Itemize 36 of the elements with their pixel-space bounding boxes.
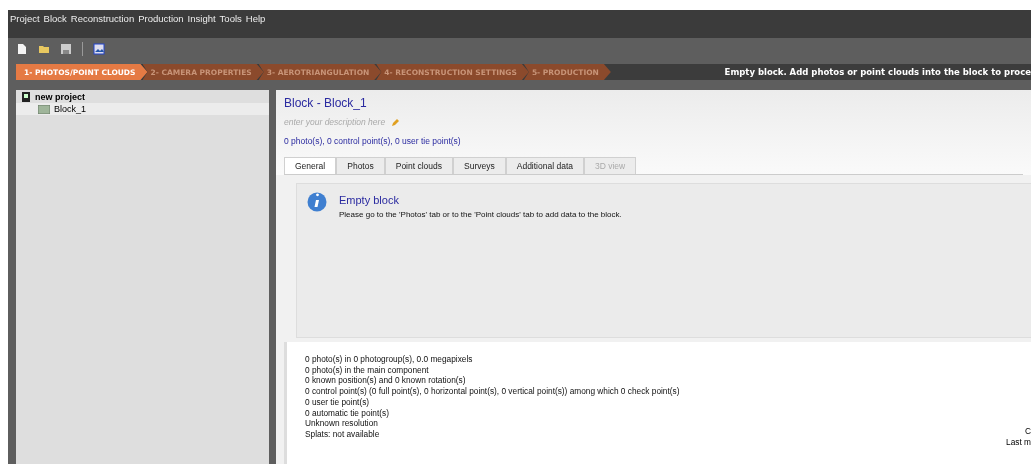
block-icon	[38, 104, 50, 114]
tab[interactable]: Point clouds	[384, 157, 454, 174]
tab[interactable]: Surveys	[453, 157, 506, 174]
image-icon[interactable]	[93, 43, 105, 55]
block-summary: 0 photo(s), 0 control point(s), 0 user tie point(s)	[284, 136, 462, 146]
block-title: Block - Block_1	[284, 96, 368, 110]
menu-item[interactable]: Tools	[219, 13, 242, 24]
tree-item[interactable]: new project	[16, 91, 269, 103]
info-icon	[307, 192, 327, 212]
info-title: Empty block	[339, 194, 400, 206]
stat-line: 0 known position(s) and 0 known rotation(s)	[305, 375, 467, 387]
stat-line: 0 control point(s) (0 full point(s), 0 horizontal point(s), 0 vertical point(s)) among which 0 check point(s)	[305, 386, 681, 397]
menu-item[interactable]: Block	[43, 13, 67, 24]
project-icon	[22, 92, 31, 102]
menu-item[interactable]: Project	[10, 13, 40, 24]
stat-line: Splats: not available	[305, 428, 381, 440]
stat-line: 0 user tie point(s)	[305, 396, 371, 408]
open-folder-icon[interactable]	[38, 43, 50, 55]
tab[interactable]: Photos	[336, 157, 385, 174]
stat-line: Unknown resolution	[305, 418, 379, 429]
info-message: Please go to the 'Photos' tab or to the 'Point clouds' tab to add data to the block.	[339, 210, 622, 219]
stat-line: 0 automatic tie point(s)	[305, 407, 390, 419]
tree-item[interactable]: Block_1	[16, 103, 269, 115]
save-icon[interactable]	[60, 43, 72, 55]
stat-line: 0 photo(s) in 0 photogroup(s), 0.0 megapixels	[305, 354, 474, 365]
tab[interactable]: General	[284, 157, 337, 174]
menu-item[interactable]: Insight	[187, 13, 216, 24]
tab[interactable]: Additional data	[505, 157, 584, 174]
status-message: Empty block. Add photos or point clouds into the block to proce	[723, 67, 1031, 77]
menu-item[interactable]: Help	[245, 13, 266, 24]
stat-line: 0 photo(s) in the main component	[305, 364, 430, 376]
new-file-icon[interactable]	[16, 43, 28, 55]
stat-line: Last m	[1006, 436, 1031, 448]
menu-item[interactable]: Production	[138, 13, 184, 24]
menu-item[interactable]: Reconstruction	[70, 13, 135, 24]
stat-line: C	[1025, 426, 1031, 437]
